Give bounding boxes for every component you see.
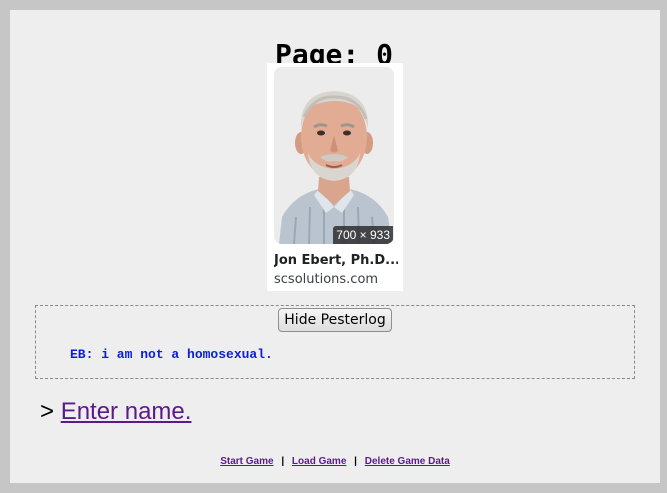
- footer-separator: |: [354, 456, 357, 467]
- load-game-link[interactable]: Load Game: [292, 456, 346, 467]
- pesterlog-line: EB: i am not a homosexual.: [70, 347, 273, 362]
- image-dimensions-badge: 700 × 933: [333, 226, 393, 244]
- start-game-link[interactable]: Start Game: [220, 456, 273, 467]
- footer-separator: |: [281, 456, 285, 467]
- game-footer: Start Game | Load Game | Delete Game Dat…: [10, 455, 660, 469]
- delete-game-data-link[interactable]: Delete Game Data: [365, 456, 450, 467]
- command-prompt: >: [40, 398, 61, 425]
- image-card[interactable]: 700 × 933 Jon Ebert, Ph.D.... scsolution…: [267, 63, 403, 291]
- portrait-image: [274, 67, 394, 244]
- hide-pesterlog-button[interactable]: Hide Pesterlog: [278, 308, 392, 332]
- portrait-photo[interactable]: 700 × 933: [274, 67, 394, 244]
- command-line: > Enter name.: [40, 397, 191, 427]
- image-source[interactable]: scsolutions.com: [274, 271, 378, 289]
- pesterlog-box: Hide Pesterlog EB: i am not a homosexual…: [35, 305, 635, 379]
- enter-name-link[interactable]: Enter name.: [61, 398, 192, 425]
- image-title[interactable]: Jon Ebert, Ph.D....: [274, 252, 398, 270]
- game-page: Page: 0 700 × 933 Jon Ebert, Ph.D.... sc…: [10, 10, 660, 483]
